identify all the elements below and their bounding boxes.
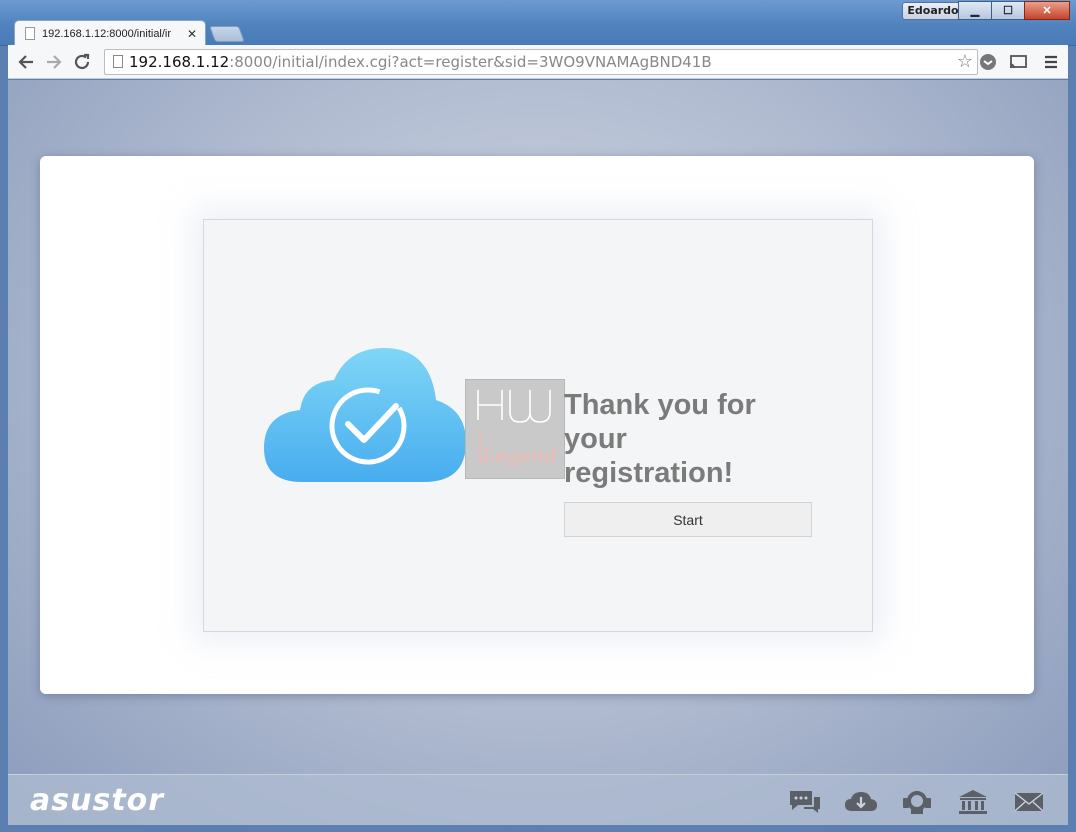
watermark-logo: Legend — [465, 379, 565, 479]
forward-arrow-icon[interactable] — [44, 52, 64, 72]
window-controls: ▁ ☐ ✕ — [958, 1, 1070, 20]
browser-tab[interactable]: 192.168.1.12:8000/initial/ir ✕ — [14, 20, 206, 46]
browser-toolbar: 192.168.1.12:8000/initial/index.cgi?act=… — [8, 45, 1068, 79]
tab-close-icon[interactable]: ✕ — [185, 27, 199, 41]
bookmark-star-icon[interactable]: ☆ — [957, 50, 973, 74]
cloud-check-icon — [264, 348, 466, 482]
reload-icon[interactable] — [72, 52, 92, 72]
address-host: 192.168.1.12 — [129, 53, 230, 71]
back-arrow-icon[interactable] — [16, 52, 36, 72]
address-bar[interactable]: 192.168.1.12:8000/initial/index.cgi?act=… — [104, 49, 978, 75]
tab-title: 192.168.1.12:8000/initial/ir — [42, 27, 172, 40]
cloud-download-icon[interactable] — [844, 789, 878, 815]
window-titlebar: Edoardo ▁ ☐ ✕ 192.168.1.12:8000/initial/… — [0, 0, 1076, 46]
registration-panel: Legend Thank you for your registration! … — [203, 219, 873, 632]
registration-card: Legend Thank you for your registration! … — [40, 156, 1034, 694]
chat-icon[interactable] — [788, 789, 822, 815]
new-tab-button[interactable] — [209, 26, 245, 42]
cast-icon[interactable] — [1008, 52, 1028, 72]
maximize-button[interactable]: ☐ — [991, 1, 1025, 20]
mail-icon[interactable] — [1012, 789, 1046, 815]
asustor-logo: asustor — [30, 783, 165, 818]
start-button[interactable]: Start — [564, 502, 812, 537]
page-icon — [113, 55, 123, 68]
thank-you-heading: Thank you for your registration! — [564, 389, 756, 489]
bank-icon[interactable] — [956, 789, 990, 815]
minimize-button[interactable]: ▁ — [958, 1, 992, 20]
support-icon[interactable] — [900, 789, 934, 815]
extension-icon[interactable] — [978, 52, 998, 72]
menu-icon[interactable] — [1041, 52, 1061, 72]
page-viewport: Legend Thank you for your registration! … — [8, 80, 1068, 825]
address-path: :8000/initial/index.cgi?act=register&sid… — [229, 53, 712, 71]
footer-bar: asustor — [8, 774, 1068, 825]
close-window-button[interactable]: ✕ — [1024, 1, 1070, 20]
user-profile-badge[interactable]: Edoardo — [902, 2, 964, 20]
svg-text:Legend: Legend — [481, 443, 557, 467]
page-icon — [25, 27, 35, 40]
